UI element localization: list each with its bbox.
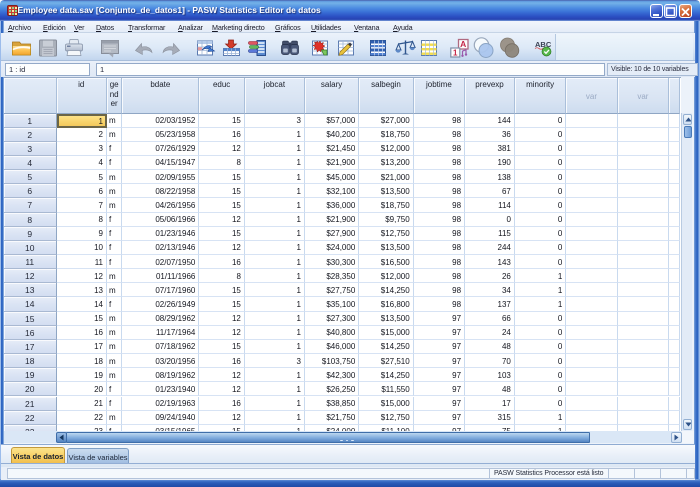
svg-text:A: A bbox=[460, 39, 466, 49]
svg-text:1: 1 bbox=[453, 49, 458, 58]
